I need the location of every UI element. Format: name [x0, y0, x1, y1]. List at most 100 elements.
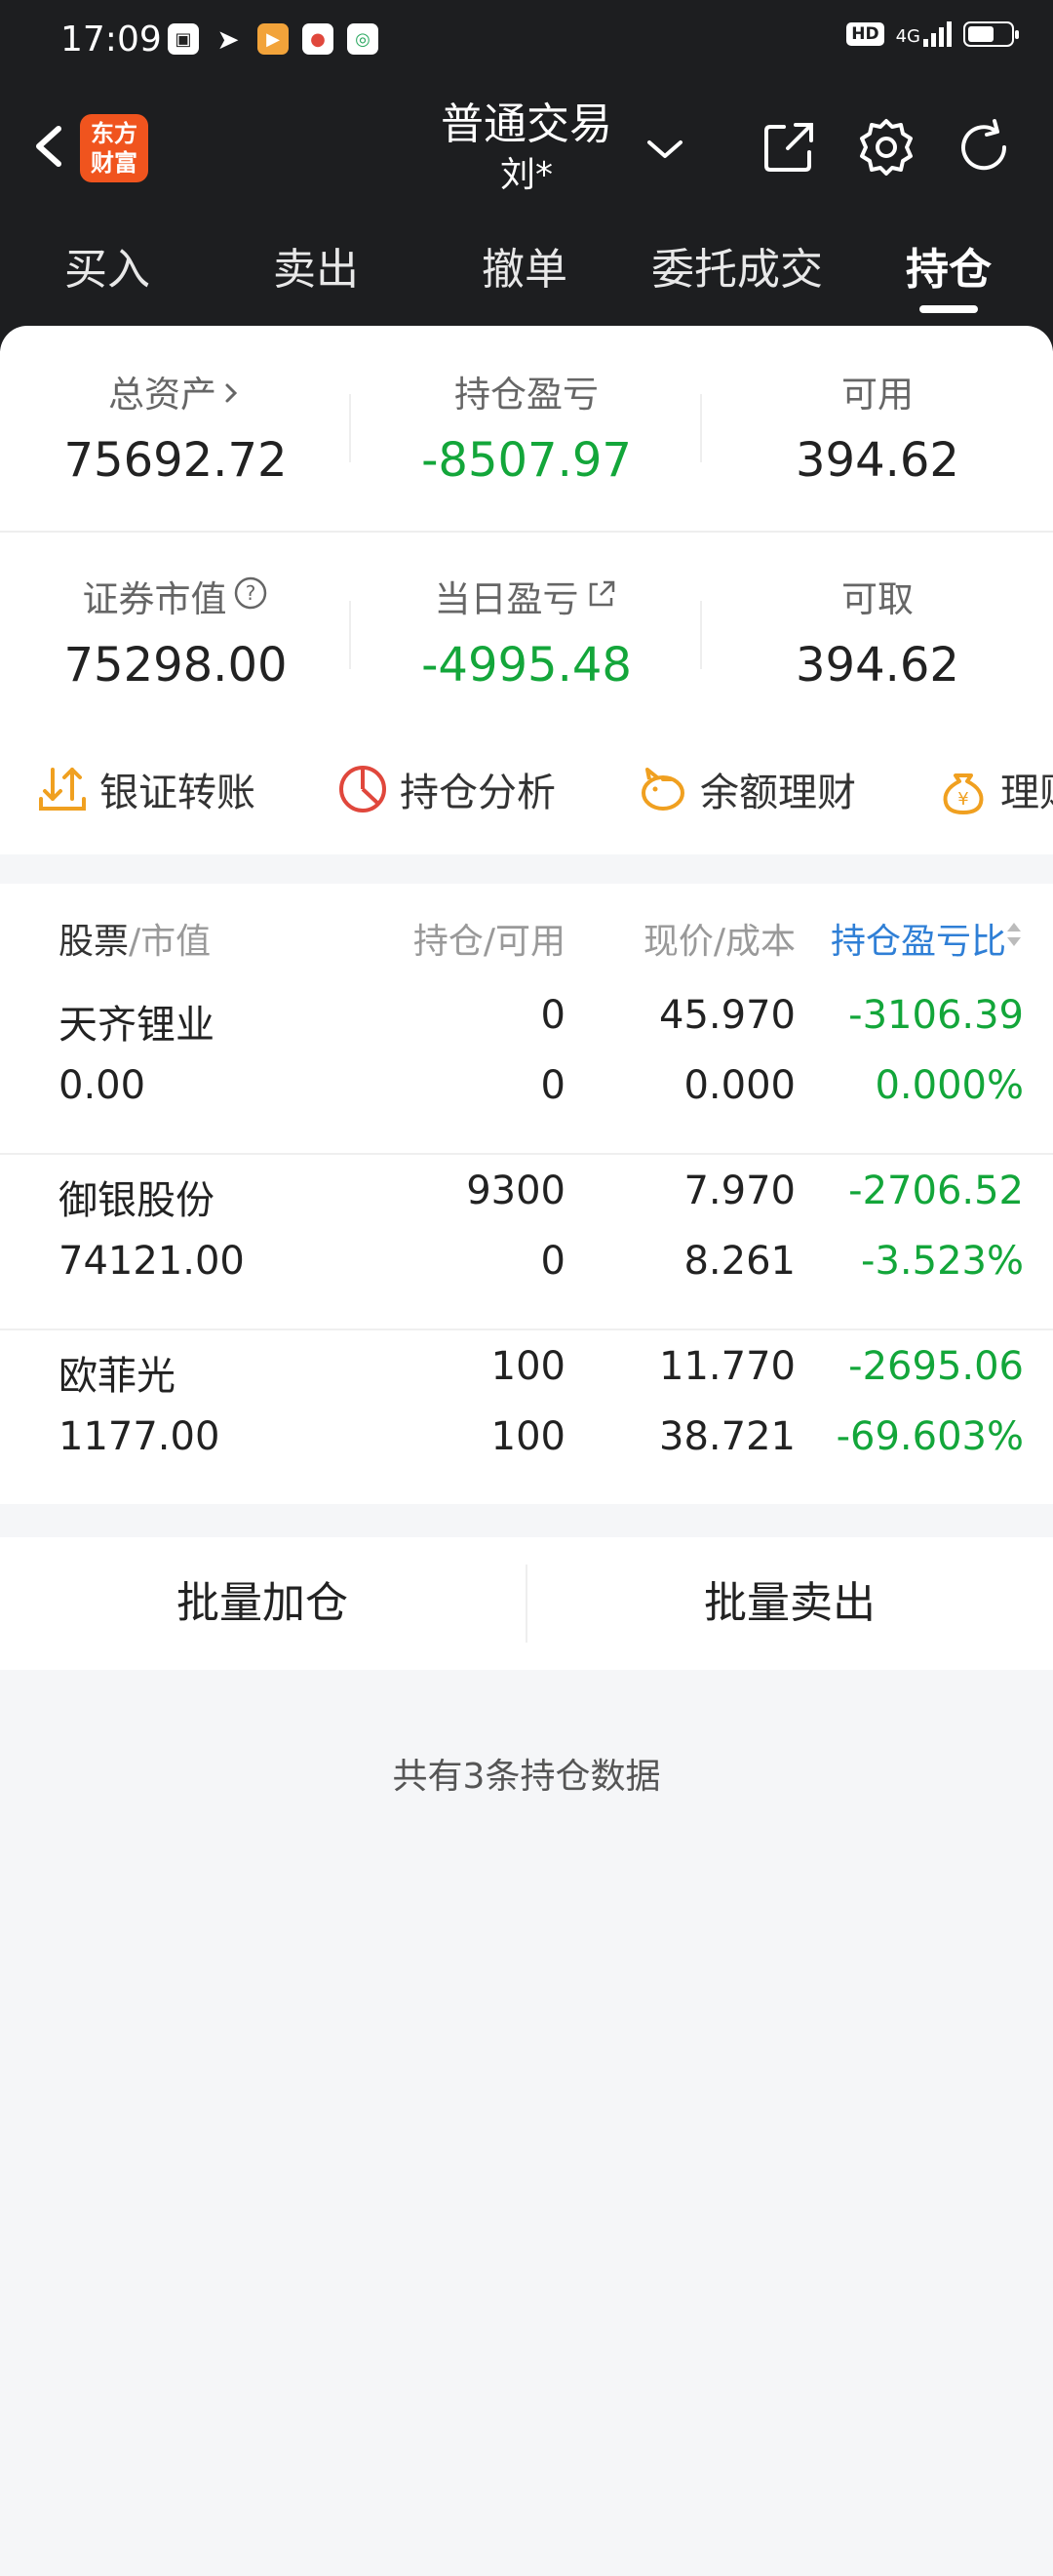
position-qty: 0: [540, 993, 566, 1038]
available-value: 394.62: [796, 433, 959, 488]
status-bar: 17:09 ▣ ➤ ▶ ● ◎ HD 4G: [0, 0, 1053, 83]
quick-action-label: 余额理财: [700, 771, 856, 815]
trade-tabs: 买入 卖出 撤单 委托成交 持仓: [0, 234, 1053, 332]
svg-text:¥: ¥: [957, 789, 968, 810]
quick-action-transfer[interactable]: 银证转账: [35, 761, 255, 817]
position-qty: 100: [490, 1344, 566, 1389]
app-header: 17:09 ▣ ➤ ▶ ● ◎ HD 4G 东方 财富 普通交易 刘* 买入 卖…: [0, 0, 1053, 351]
market-value-cell: 证券市值 ? 75298.00: [0, 570, 351, 693]
map-app-icon: ●: [302, 23, 333, 55]
cost-price: 0.000: [683, 1063, 796, 1108]
available-qty: 0: [540, 1239, 566, 1284]
transfer-icon: [39, 768, 86, 811]
video-app-icon: ▶: [257, 23, 289, 55]
market-value-label: 证券市值: [82, 578, 227, 620]
external-link-icon: [589, 580, 614, 607]
cost-price: 8.261: [683, 1239, 796, 1284]
current-price: 7.970: [683, 1169, 796, 1213]
stock-market-value: 74121.00: [58, 1239, 245, 1284]
position-qty: 9300: [466, 1169, 566, 1213]
quick-action-label: 银证转账: [99, 771, 255, 815]
divider: [0, 531, 1053, 533]
withdrawable-label: 可取: [841, 578, 914, 620]
total-assets-cell[interactable]: 总资产 75692.72: [0, 365, 351, 488]
batch-add-button[interactable]: 批量加仓: [0, 1537, 525, 1670]
position-pl: -2695.06: [848, 1344, 1024, 1389]
daily-pl-cell[interactable]: 当日盈亏 -4995.48: [351, 570, 702, 693]
account-switcher[interactable]: 普通交易 刘*: [370, 98, 682, 199]
stock-name: 欧菲光: [58, 1354, 176, 1399]
table-row[interactable]: 御银股份 74121.00 9300 0 7.970 8.261 -2706.5…: [0, 1157, 1053, 1332]
share-icon[interactable]: [757, 115, 821, 179]
settings-gear-icon[interactable]: [854, 115, 918, 179]
network-type: 4G: [895, 26, 920, 47]
pie-chart-icon: [339, 766, 386, 812]
refresh-icon[interactable]: [952, 115, 1016, 179]
position-pl-cell: 持仓盈亏 -8507.97: [351, 365, 702, 488]
notification-icons: ▣ ➤ ▶ ● ◎: [168, 22, 378, 56]
market-value-value: 75298.00: [63, 638, 288, 693]
status-time: 17:09: [60, 20, 162, 59]
positions-count-text: 共有3条持仓数据: [392, 1757, 661, 1797]
available-qty: 0: [540, 1063, 566, 1108]
chevron-down-icon[interactable]: [644, 135, 686, 164]
system-status: HD 4G: [846, 21, 1019, 47]
stock-market-value: 1177.00: [58, 1414, 220, 1459]
quick-actions: 银证转账 持仓分析 余额理财 ¥ 理财: [0, 733, 1053, 851]
col-header-pl-ratio[interactable]: 持仓盈亏比: [831, 913, 1026, 964]
page-title: 普通交易: [441, 99, 612, 149]
position-pl-label: 持仓盈亏: [454, 374, 599, 416]
send-icon: ➤: [216, 22, 240, 56]
quick-action-finance[interactable]: ¥ 理财: [936, 761, 1053, 817]
withdrawable-cell: 可取 394.62: [702, 570, 1053, 693]
current-price: 45.970: [659, 993, 796, 1038]
daily-pl-label: 当日盈亏: [434, 578, 579, 620]
stock-name: 天齐锂业: [58, 1003, 214, 1048]
positions-table: 股票/市值 持仓/可用 现价/成本 持仓盈亏比 天齐锂业 0.00 0 0 45…: [0, 884, 1053, 1504]
nav-bar: 东方 财富 普通交易 刘*: [0, 98, 1053, 205]
svg-text:?: ?: [245, 581, 255, 605]
position-pl-ratio: -3.523%: [861, 1239, 1024, 1284]
signal-icon: 4G: [896, 21, 952, 47]
row-divider: [0, 1328, 1053, 1330]
stock-name: 御银股份: [58, 1178, 214, 1223]
back-arrow-icon[interactable]: [21, 117, 80, 176]
position-pl: -2706.52: [848, 1169, 1024, 1213]
col-header-price: 现价/成本: [643, 922, 796, 962]
daily-pl-value: -4995.48: [421, 638, 632, 693]
position-pl-ratio: 0.000%: [875, 1063, 1024, 1108]
current-price: 11.770: [659, 1344, 796, 1389]
tab-cancel[interactable]: 撤单: [456, 234, 593, 332]
available-label: 可用: [841, 374, 914, 416]
sort-icon[interactable]: [1004, 919, 1024, 950]
app-logo: 东方 财富: [80, 114, 148, 182]
batch-action-bar: 批量加仓 批量卖出: [0, 1537, 1053, 1670]
quick-action-balance-finance[interactable]: 余额理财: [636, 761, 856, 817]
total-assets-value: 75692.72: [63, 433, 288, 488]
col-header-position: 持仓/可用: [412, 922, 566, 962]
wallet-app-icon: ◎: [347, 23, 378, 55]
quick-action-label: 持仓分析: [400, 771, 556, 815]
table-row[interactable]: 天齐锂业 0.00 0 0 45.970 0.000 -3106.39 0.00…: [0, 981, 1053, 1157]
chevron-right-icon: [225, 383, 238, 403]
tab-positions[interactable]: 持仓: [880, 234, 1017, 332]
battery-icon: [963, 21, 1019, 47]
piggy-bank-icon: [642, 768, 684, 811]
hd-badge: HD: [846, 22, 884, 46]
tab-orders[interactable]: 委托成交: [634, 234, 840, 332]
quick-action-analysis[interactable]: 持仓分析: [335, 761, 556, 817]
money-bag-icon: ¥: [943, 773, 984, 814]
tab-sell[interactable]: 卖出: [248, 234, 384, 332]
position-pl-ratio: -69.603%: [836, 1414, 1024, 1459]
stock-market-value: 0.00: [58, 1063, 146, 1108]
available-qty: 100: [490, 1414, 566, 1459]
withdrawable-value: 394.62: [796, 638, 959, 693]
tab-buy[interactable]: 买入: [39, 234, 176, 332]
active-tab-indicator: [919, 305, 978, 313]
app-notify-icon: ▣: [168, 23, 199, 55]
help-icon[interactable]: ?: [232, 575, 269, 612]
quick-action-label: 理财: [1000, 771, 1053, 815]
batch-sell-button[interactable]: 批量卖出: [527, 1537, 1052, 1670]
table-row[interactable]: 欧菲光 1177.00 100 100 11.770 38.721 -2695.…: [0, 1332, 1053, 1508]
account-name: 刘*: [499, 155, 553, 195]
